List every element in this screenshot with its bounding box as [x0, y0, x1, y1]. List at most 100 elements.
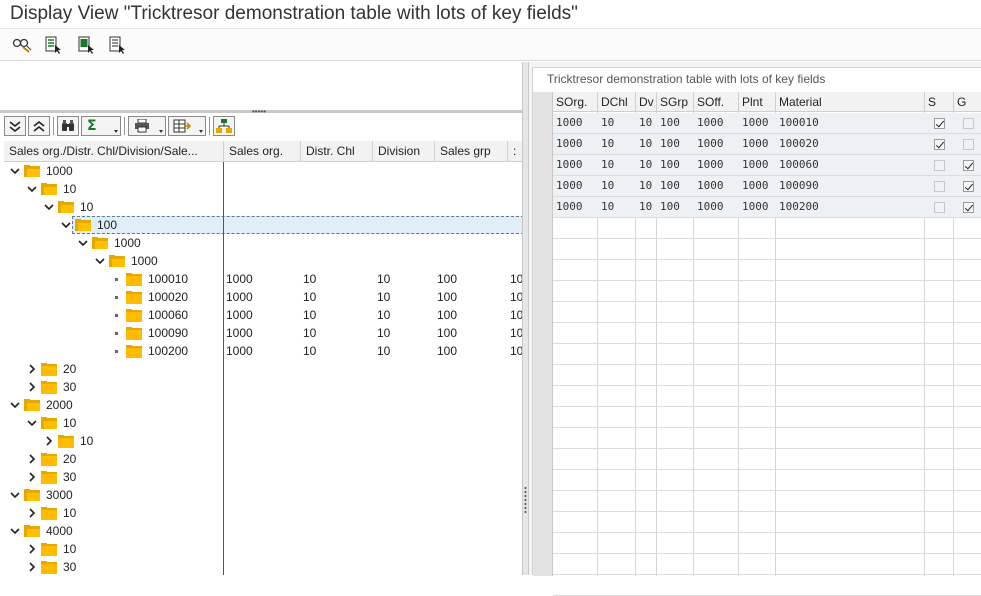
separator-grip[interactable]: ••••• — [252, 108, 266, 116]
export-icon[interactable] — [168, 116, 206, 136]
chevron-down-icon[interactable] — [60, 219, 72, 231]
g-checkbox[interactable] — [963, 160, 974, 171]
tree-node[interactable]: 100060 — [111, 306, 188, 324]
tree-node[interactable]: 20 — [26, 450, 76, 468]
tree-node[interactable]: 10 — [43, 198, 93, 216]
grid-cell[interactable]: 10 — [598, 176, 636, 196]
grid-cell[interactable]: 1000 — [694, 155, 739, 175]
grid-cell[interactable]: 1000 — [694, 113, 739, 133]
grid-cell[interactable]: 100 — [657, 155, 694, 175]
tree-row[interactable]: 1000 — [4, 162, 524, 180]
grid-cell[interactable]: 100200 — [776, 197, 925, 217]
grid-cell[interactable]: 1000 — [739, 197, 776, 217]
find-icon[interactable] — [57, 116, 79, 136]
grid-column-header[interactable]: G — [954, 92, 981, 112]
tree-row[interactable]: 100020 1000 10 10 100 10 — [4, 288, 524, 306]
vertical-splitter[interactable] — [522, 62, 529, 575]
tree-row[interactable]: 100060 1000 10 10 100 10 — [4, 306, 524, 324]
column-header-hierarchy[interactable]: Sales org./Distr. Chl/Division/Sale... — [4, 141, 224, 162]
row-selector-column[interactable] — [533, 92, 553, 576]
grid-column-header[interactable]: Plnt — [739, 92, 776, 112]
grid-cell[interactable]: 1000 — [739, 176, 776, 196]
tree-row[interactable]: 100090 1000 10 10 100 10 — [4, 324, 524, 342]
tree-row[interactable]: 1000 — [4, 252, 524, 270]
tree-node[interactable]: 10 — [26, 504, 76, 522]
grid-cell[interactable]: 1000 — [553, 113, 598, 133]
chevron-down-icon[interactable] — [26, 183, 38, 195]
grid-cell[interactable]: 10 — [598, 155, 636, 175]
tree-node[interactable]: 100 — [60, 216, 117, 234]
tree-row[interactable]: 30 — [4, 378, 524, 396]
chevron-down-icon[interactable] — [43, 201, 55, 213]
g-checkbox[interactable] — [963, 181, 974, 192]
g-checkbox[interactable] — [963, 118, 974, 129]
tree-node[interactable]: 20 — [26, 360, 76, 378]
expand-all-icon[interactable] — [4, 116, 26, 136]
tree-row[interactable]: 1000 — [4, 234, 524, 252]
tree-row[interactable]: 20 — [4, 450, 524, 468]
chevron-right-icon[interactable] — [26, 471, 38, 483]
chevron-down-icon[interactable] — [9, 165, 21, 177]
grid-cell[interactable]: 1000 — [694, 197, 739, 217]
tree-node[interactable]: 30 — [26, 558, 76, 576]
chevron-right-icon[interactable] — [26, 453, 38, 465]
grid-column-header[interactable]: Dv — [636, 92, 657, 112]
tree-node[interactable]: 100020 — [111, 288, 188, 306]
grid-cell[interactable]: 1000 — [739, 113, 776, 133]
grid-cell[interactable]: 1000 — [553, 197, 598, 217]
chevron-down-icon[interactable] — [26, 417, 38, 429]
chevron-down-icon[interactable] — [9, 525, 21, 537]
tree-row[interactable]: 10 — [4, 180, 524, 198]
tree-row[interactable]: 30 — [4, 558, 524, 576]
splitter-grip[interactable] — [524, 486, 527, 514]
select-all-icon[interactable] — [43, 36, 63, 54]
chevron-right-icon[interactable] — [26, 561, 38, 573]
tree-row[interactable]: 10 — [4, 432, 524, 450]
tree-node[interactable]: 30 — [26, 468, 76, 486]
grid-cell[interactable]: 100 — [657, 134, 694, 154]
tree-node[interactable]: 100200 — [111, 342, 188, 360]
grid-cell[interactable]: 1000 — [739, 155, 776, 175]
display-change-icon[interactable] — [12, 36, 32, 54]
tree-row[interactable]: 10 — [4, 414, 524, 432]
grid-cell[interactable]: 100010 — [776, 113, 925, 133]
grid-cell[interactable]: 10 — [598, 113, 636, 133]
tree-row[interactable]: 30 — [4, 468, 524, 486]
tree-row[interactable]: 10 — [4, 198, 524, 216]
s-checkbox[interactable] — [934, 139, 945, 150]
collapse-all-icon[interactable] — [28, 116, 50, 136]
grid-column-header[interactable]: SGrp — [657, 92, 694, 112]
tree-node[interactable]: 2000 — [9, 396, 73, 414]
tree-row[interactable]: 4000 — [4, 522, 524, 540]
grid-cell[interactable]: 1000 — [694, 134, 739, 154]
tree-node[interactable]: 100090 — [111, 324, 188, 342]
g-checkbox[interactable] — [963, 139, 974, 150]
grid-column-header[interactable]: SOrg. — [553, 92, 598, 112]
tree-node[interactable]: 30 — [26, 378, 76, 396]
sum-icon[interactable]: Σ — [81, 116, 121, 136]
s-checkbox[interactable] — [934, 118, 945, 129]
grid-cell[interactable]: 1000 — [694, 176, 739, 196]
tree-node[interactable]: 1000 — [9, 162, 73, 180]
tree-row[interactable]: 2000 — [4, 396, 524, 414]
tree-node[interactable]: 100010 — [111, 270, 188, 288]
chevron-right-icon[interactable] — [26, 363, 38, 375]
grid-cell[interactable]: 1000 — [739, 134, 776, 154]
chevron-right-icon[interactable] — [26, 381, 38, 393]
tree-node[interactable]: 10 — [26, 414, 76, 432]
print-icon[interactable] — [128, 116, 166, 136]
grid-cell[interactable]: 10 — [598, 197, 636, 217]
column-header-division[interactable]: Division — [373, 141, 435, 162]
chevron-down-icon[interactable] — [77, 237, 89, 249]
grid-cell[interactable]: 100090 — [776, 176, 925, 196]
deselect-all-icon[interactable] — [107, 36, 127, 54]
tree-node[interactable]: 4000 — [9, 522, 73, 540]
select-block-icon[interactable] — [76, 36, 96, 54]
chevron-down-icon[interactable] — [94, 255, 106, 267]
tree-row[interactable]: 100200 1000 10 10 100 10 — [4, 342, 524, 360]
grid-cell[interactable]: 10 — [636, 197, 657, 217]
grid-cell[interactable]: 10 — [598, 134, 636, 154]
grid-cell[interactable]: 100 — [657, 176, 694, 196]
grid-column-header[interactable]: Material — [776, 92, 925, 112]
s-checkbox[interactable] — [934, 160, 945, 171]
